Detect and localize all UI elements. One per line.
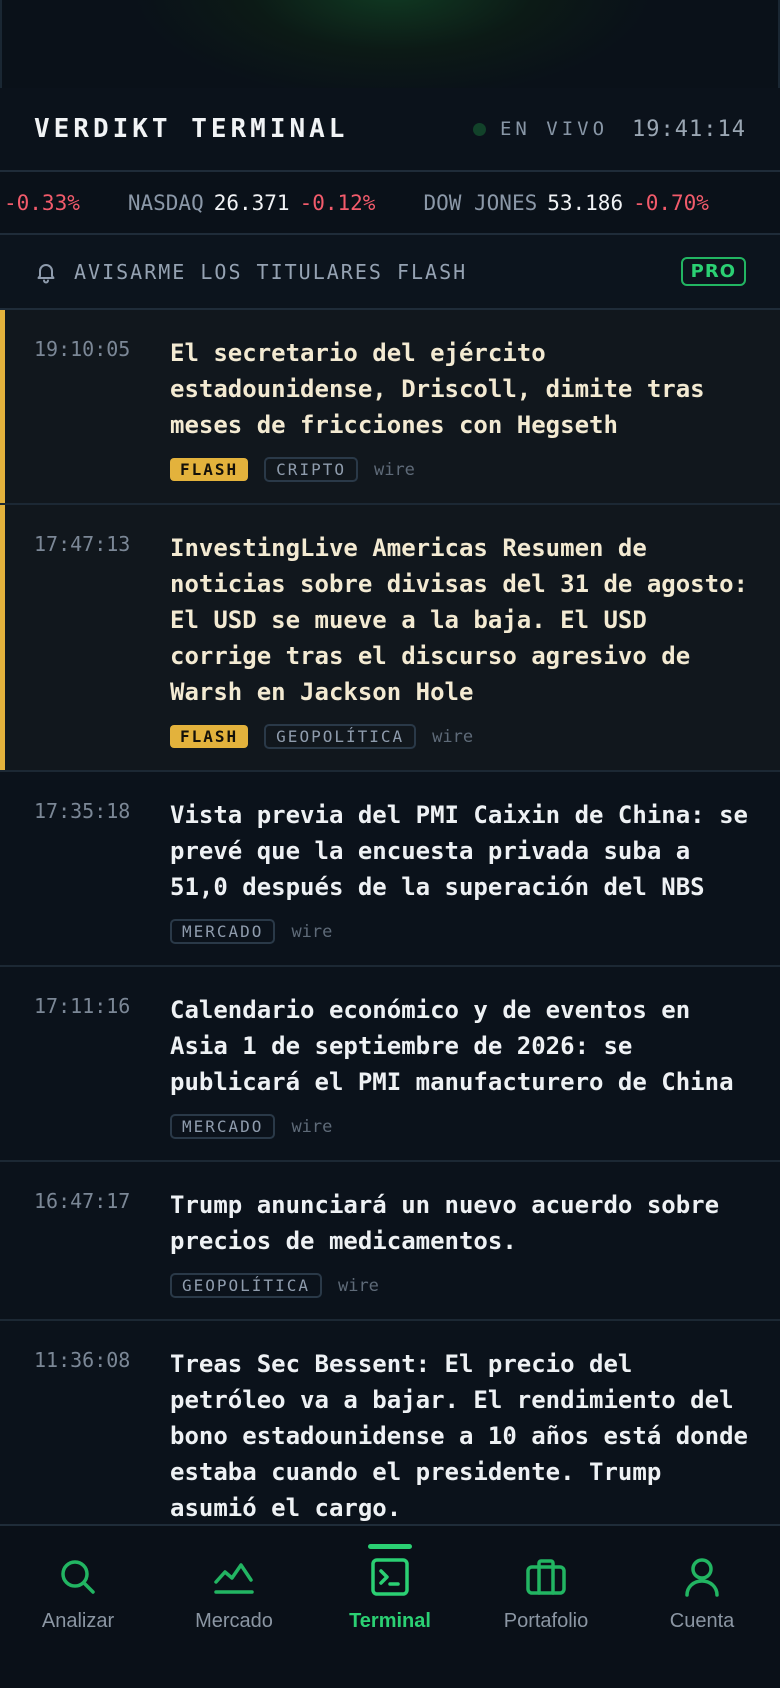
news-feed[interactable]: 19:10:05 El secretario del ejército esta… <box>0 310 780 1524</box>
ticker-name: DOW JONES <box>423 190 538 215</box>
nav-portafolio[interactable]: Portafolio <box>471 1556 621 1688</box>
flash-badge: FLASH <box>170 458 249 481</box>
app-header: VERDIKT TERMINAL EN VIVO 19:41:14 <box>0 88 780 172</box>
ticker-name: NASDAQ <box>127 190 204 215</box>
nav-label: Analizar <box>41 1610 115 1632</box>
news-item[interactable]: 16:47:17 Trump anunciará un nuevo acuerd… <box>0 1162 780 1321</box>
ticker-value: 53.186 <box>547 190 624 215</box>
news-time: 17:11:16 <box>34 994 131 1018</box>
news-time: 17:35:18 <box>34 799 131 823</box>
live-dot-icon <box>472 122 486 136</box>
news-source: wire <box>373 459 415 480</box>
news-time: 17:47:13 <box>34 532 131 556</box>
ticker-item: DOW JONES 53.186 -0.70% <box>423 191 709 215</box>
flash-alert-toggle[interactable]: AVISARME LOS TITULARES FLASH PRO <box>0 235 780 310</box>
nav-label: Cuenta <box>669 1610 735 1632</box>
bell-icon <box>37 263 55 283</box>
news-time: 19:10:05 <box>34 337 131 361</box>
nav-label: Terminal <box>349 1610 431 1632</box>
news-item[interactable]: 17:11:16 Calendario económico y de event… <box>0 967 780 1162</box>
news-title[interactable]: Vista previa del PMI Caixin de China: se… <box>170 797 756 905</box>
news-time: 11:36:08 <box>34 1348 131 1372</box>
flash-badge: FLASH <box>170 725 249 748</box>
news-item[interactable]: 19:10:05 El secretario del ejército esta… <box>0 310 780 505</box>
category-tag[interactable]: GEOPOLÍTICA <box>264 724 417 749</box>
bottom-nav: Analizar Mercado Terminal Portafolio Cue… <box>0 1524 780 1688</box>
user-icon <box>685 1558 719 1597</box>
ticker-value: 26.371 <box>213 190 290 215</box>
category-tag[interactable]: GEOPOLÍTICA <box>170 1273 322 1298</box>
live-indicator: EN VIVO 19:41:14 <box>472 116 746 142</box>
news-source: wire <box>291 1116 333 1137</box>
category-tag[interactable]: MERCADO <box>170 1114 276 1139</box>
nav-terminal[interactable]: Terminal <box>315 1544 465 1688</box>
ticker-item: NASDAQ 26.371 -0.12% <box>128 191 376 215</box>
clock: 19:41:14 <box>632 116 746 142</box>
pro-badge: PRO <box>680 257 746 286</box>
market-ticker[interactable]: -0.33% NASDAQ 26.371 -0.12% DOW JONES 53… <box>0 172 780 235</box>
ticker-item: -0.33% <box>4 191 80 215</box>
news-title[interactable]: Trump anunciará un nuevo acuerdo sobre p… <box>170 1187 756 1259</box>
news-time: 16:47:17 <box>34 1189 131 1213</box>
category-tag[interactable]: MERCADO <box>170 919 276 944</box>
live-label: EN VIVO <box>499 118 609 140</box>
news-title[interactable]: InvestingLive Americas Resumen de notici… <box>170 530 756 710</box>
nav-mercado[interactable]: Mercado <box>159 1556 309 1688</box>
chart-line-icon <box>214 1563 254 1594</box>
news-title[interactable]: Calendario económico y de eventos en Asi… <box>170 992 756 1100</box>
news-item[interactable]: 17:35:18 Vista previa del PMI Caixin de … <box>0 772 780 967</box>
alert-label: AVISARME LOS TITULARES FLASH <box>74 259 468 284</box>
active-tab-indicator <box>368 1544 412 1549</box>
ticker-change: -0.33% <box>4 190 80 215</box>
news-source: wire <box>337 1275 379 1296</box>
news-title[interactable]: El secretario del ejército estadounidens… <box>170 335 756 443</box>
ticker-change: -0.70% <box>633 190 709 215</box>
briefcase-icon <box>526 1559 566 1595</box>
search-icon <box>61 1560 95 1594</box>
nav-analizar[interactable]: Analizar <box>3 1556 153 1688</box>
nav-label: Portafolio <box>503 1610 589 1632</box>
category-tag[interactable]: CRIPTO <box>264 457 358 482</box>
terminal-icon <box>371 1558 409 1596</box>
news-source: wire <box>291 921 333 942</box>
news-source: wire <box>432 726 474 747</box>
app-title: VERDIKT TERMINAL <box>34 114 349 144</box>
news-item[interactable]: 17:47:13 InvestingLive Americas Resumen … <box>0 505 780 772</box>
news-title[interactable]: Treas Sec Bessent: El precio del petróle… <box>170 1346 756 1524</box>
nav-cuenta[interactable]: Cuenta <box>627 1556 777 1688</box>
status-bar-area <box>0 0 780 88</box>
ticker-change: -0.12% <box>299 190 376 215</box>
nav-label: Mercado <box>195 1610 273 1632</box>
news-item[interactable]: 11:36:08 Treas Sec Bessent: El precio de… <box>0 1321 780 1524</box>
